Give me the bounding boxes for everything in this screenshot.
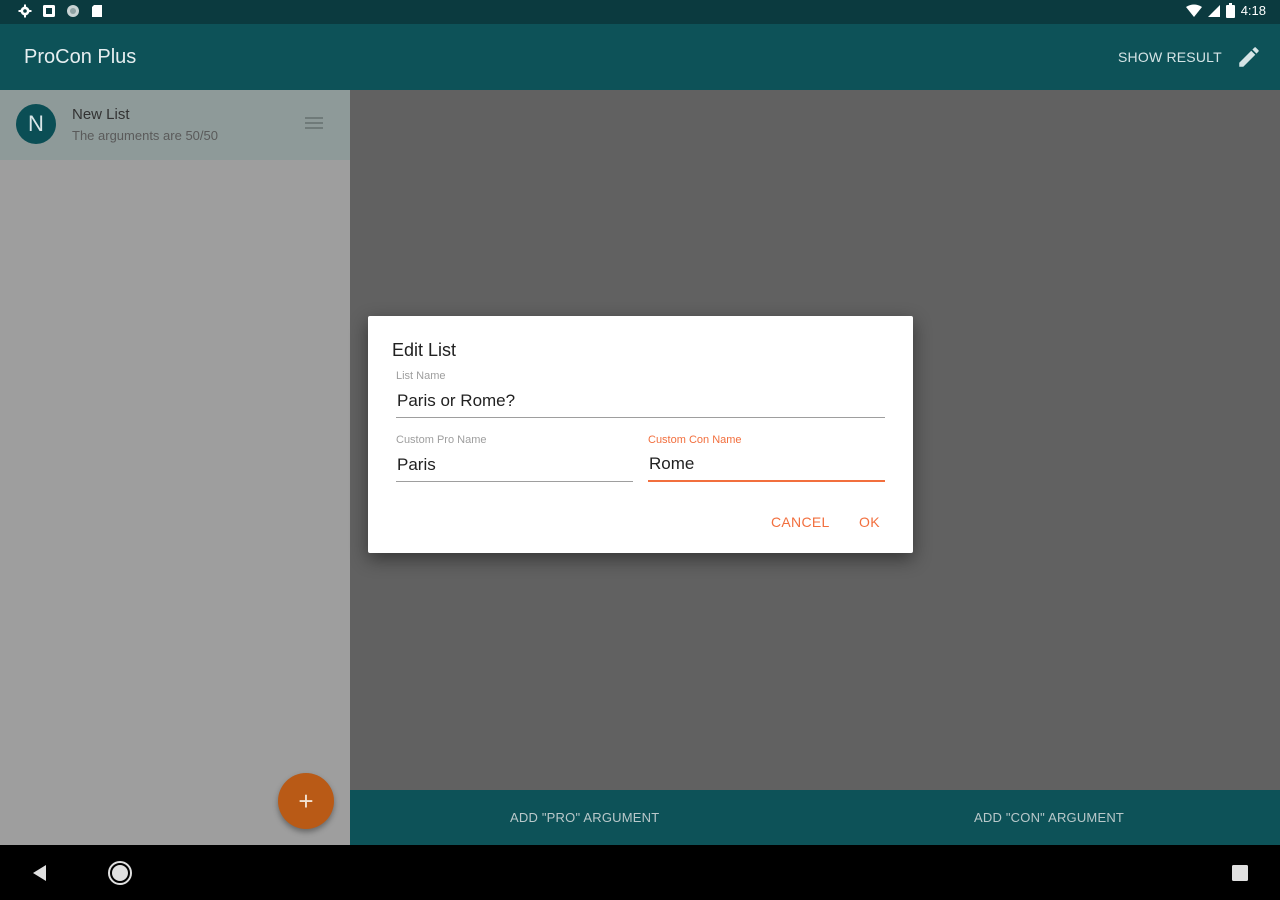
add-con-argument-button[interactable]: ADD "CON" ARGUMENT	[974, 810, 1124, 825]
status-time: 4:18	[1240, 3, 1266, 18]
list-item[interactable]: N New List The arguments are 50/50	[0, 90, 350, 160]
app-title: ProCon Plus	[24, 46, 137, 68]
pro-name-input[interactable]	[396, 452, 633, 482]
signal-icon	[1207, 4, 1220, 17]
app-bar: ProCon Plus SHOW RESULT	[0, 24, 1280, 90]
sd-card-icon	[92, 5, 102, 17]
status-bar-system: 4:18	[1185, 3, 1266, 18]
wifi-icon	[1185, 4, 1202, 17]
battery-icon	[1225, 3, 1235, 18]
sync-icon	[67, 5, 79, 17]
recent-apps-icon[interactable]	[1230, 863, 1250, 883]
con-name-label: Custom Con Name	[648, 434, 742, 446]
list-name-input[interactable]	[396, 388, 885, 418]
avatar: N	[16, 104, 56, 144]
status-bar: 4:18	[0, 0, 1280, 24]
con-name-input[interactable]	[648, 452, 885, 482]
bottom-actions-bar: ADD "PRO" ARGUMENT ADD "CON" ARGUMENT	[350, 790, 1280, 845]
lists-panel: N New List The arguments are 50/50 +	[0, 90, 350, 845]
navigation-bar	[0, 845, 1280, 900]
dialog-title: Edit List	[392, 340, 457, 360]
ok-button[interactable]: OK	[859, 514, 880, 530]
add-list-button[interactable]: +	[278, 773, 334, 829]
cancel-button[interactable]: CANCEL	[771, 514, 830, 530]
show-result-button[interactable]: SHOW RESULT	[1118, 49, 1222, 65]
drag-handle-icon[interactable]	[305, 116, 323, 130]
edit-list-dialog: Edit List List Name Custom Pro Name Cust…	[368, 316, 913, 553]
status-bar-notifications	[18, 4, 104, 18]
notification-icon	[43, 5, 55, 17]
home-icon[interactable]	[107, 860, 133, 886]
pencil-icon[interactable]	[1236, 44, 1262, 70]
list-item-title: New List	[72, 106, 130, 123]
pro-name-label: Custom Pro Name	[396, 434, 487, 446]
list-name-label: List Name	[396, 370, 446, 382]
back-icon[interactable]	[30, 863, 50, 883]
list-item-subtitle: The arguments are 50/50	[72, 128, 218, 143]
add-pro-argument-button[interactable]: ADD "PRO" ARGUMENT	[510, 810, 659, 825]
settings-icon	[18, 4, 32, 18]
